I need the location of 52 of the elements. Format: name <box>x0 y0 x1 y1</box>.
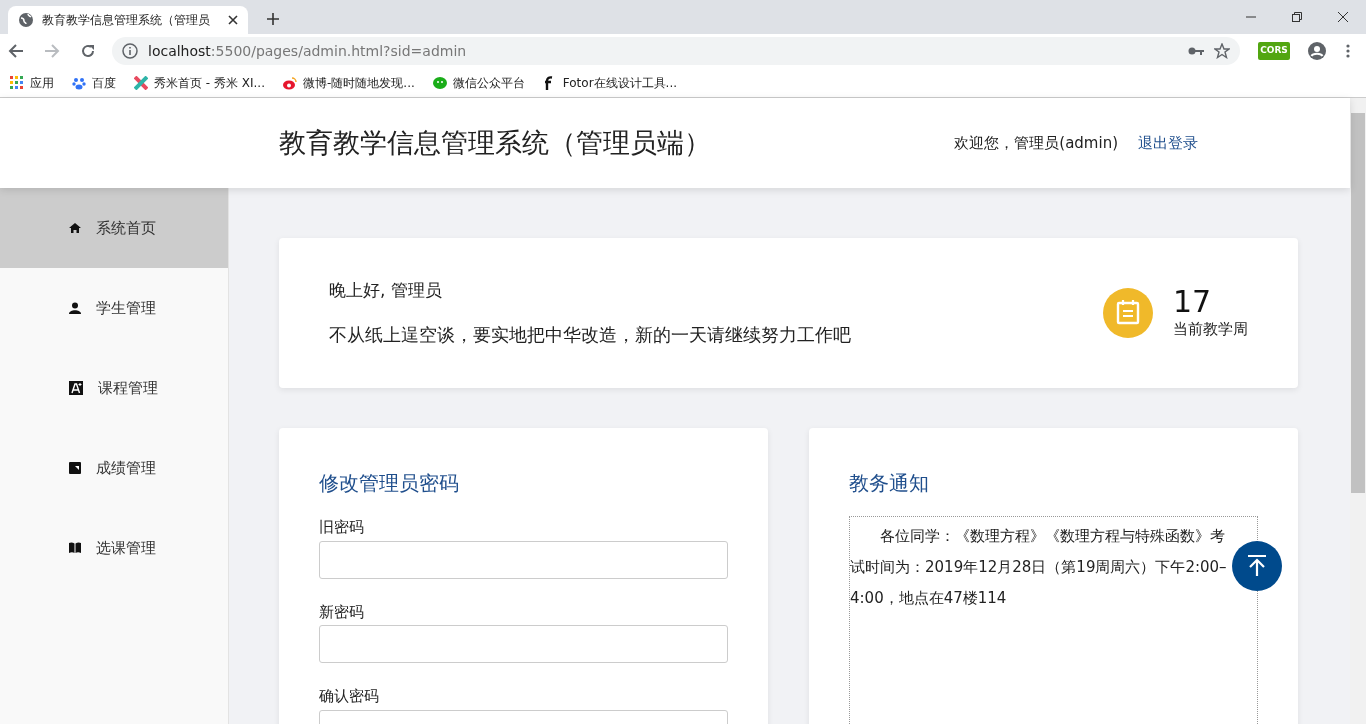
app-title: 教育教学信息管理系统（管理员端） <box>279 125 711 160</box>
person-icon <box>69 302 81 314</box>
weibo-icon <box>283 75 297 90</box>
back-arrow-icon[interactable] <box>8 43 24 59</box>
menu-icon[interactable] <box>1346 43 1350 59</box>
card-title: 教务通知 <box>849 470 930 497</box>
field-label: 新密码 <box>319 601 365 623</box>
week-label: 当前教学周 <box>1173 319 1248 341</box>
chat-bubble-icon <box>432 75 447 90</box>
sidebar-item[interactable]: 学生管理 <box>0 268 228 348</box>
open-book-icon <box>69 542 81 554</box>
scrollbar-thumb[interactable] <box>1351 113 1365 493</box>
field-label: 旧密码 <box>319 517 365 538</box>
card-title: 修改管理员密码 <box>319 470 460 497</box>
close-icon[interactable] <box>228 15 238 25</box>
week-number: 17 <box>1173 285 1213 319</box>
reload-icon[interactable] <box>80 43 96 59</box>
sidebar-item[interactable]: 选课管理 <box>0 508 228 588</box>
bookmark-link[interactable]: 应用 <box>10 73 54 92</box>
field-label: 确认密码 <box>319 686 380 707</box>
notebook-icon <box>69 462 81 474</box>
apps-grid-icon <box>10 75 24 90</box>
welcome-text: 欢迎您，管理员(admin) <box>954 132 1118 154</box>
star-icon[interactable] <box>1214 43 1230 59</box>
key-icon[interactable] <box>1188 46 1204 56</box>
info-icon <box>122 43 138 59</box>
paw-icon <box>72 75 86 90</box>
globe-icon <box>18 12 34 28</box>
bookmark-link[interactable]: 微博-随时随地发现... <box>283 73 415 92</box>
home-icon <box>69 222 81 234</box>
url-text: localhost:5500/pages/admin.html?sid=admin <box>148 41 467 61</box>
bookmark-link[interactable]: 百度 <box>72 73 116 92</box>
motto-text: 不从纸上逞空谈，要实地把中华改造，新的一天请继续努力工作吧 <box>329 323 851 348</box>
cross-logo-icon <box>134 75 148 90</box>
bookmark-link[interactable]: 秀米首页 - 秀米 XI... <box>134 73 265 92</box>
browser-tab[interactable]: 教育教学信息管理系统（管理员 <box>8 6 248 34</box>
tab-title: 教育教学信息管理系统（管理员 <box>42 12 211 29</box>
input-field[interactable] <box>319 625 728 663</box>
calendar-icon <box>1103 288 1153 338</box>
sidebar-item[interactable]: 系统首页 <box>0 188 228 268</box>
bookmark-link[interactable]: 微信公众平台 <box>432 73 525 92</box>
bookmark-link[interactable]: Fotor在线设计工具... <box>542 73 677 92</box>
logout-link[interactable]: 退出登录 <box>1138 131 1198 155</box>
sidebar-item[interactable]: 成绩管理 <box>0 428 228 508</box>
sidebar-item[interactable]: 课程管理 <box>0 348 228 428</box>
plus-icon[interactable] <box>266 12 280 26</box>
account-icon[interactable] <box>1308 42 1326 60</box>
address-bar[interactable]: localhost:5500/pages/admin.html?sid=admin <box>112 37 1240 65</box>
letter-a-icon <box>69 381 83 395</box>
arrow-up-icon <box>1247 555 1267 577</box>
input-field[interactable] <box>319 540 728 579</box>
greeting-text: 晚上好, 管理员 <box>329 278 443 302</box>
